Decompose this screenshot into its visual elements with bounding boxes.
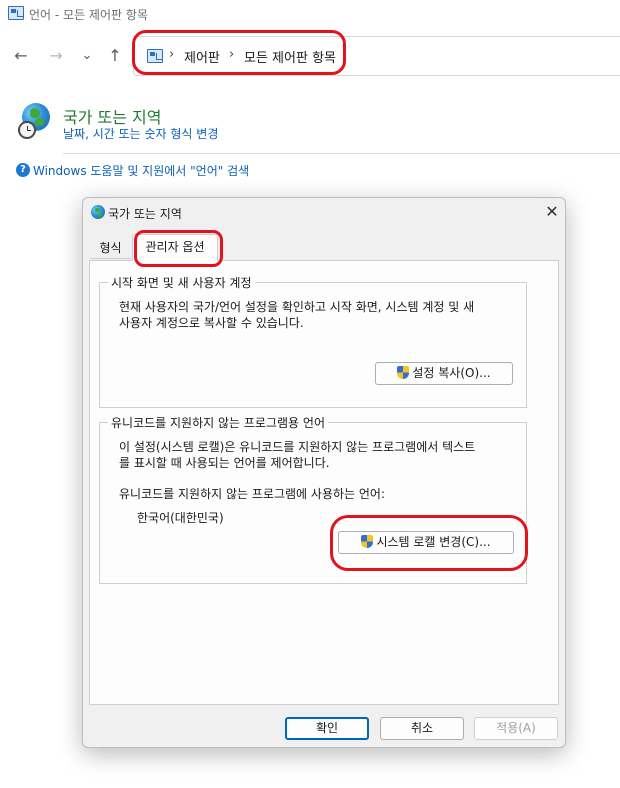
group-description: 현재 사용자의 국가/언어 설정을 확인하고 시작 화면, 시스템 계정 및 새	[119, 300, 475, 314]
close-button[interactable]: ✕	[543, 203, 561, 221]
group-description: 사용자 계정으로 복사할 수 있습니다.	[119, 316, 304, 330]
back-button[interactable]: ←	[10, 45, 32, 67]
window-title: 언어 - 모든 제어판 항목	[29, 8, 148, 22]
tab-panel: 시작 화면 및 새 사용자 계정 현재 사용자의 국가/언어 설정을 확인하고 …	[89, 260, 559, 705]
copy-settings-label: 설정 복사(O)...	[412, 366, 491, 380]
title-bar: 언어 - 모든 제어판 항목	[0, 0, 620, 28]
cancel-button[interactable]: 취소	[380, 717, 464, 740]
welcome-screen-group: 시작 화면 및 새 사용자 계정 현재 사용자의 국가/언어 설정을 확인하고 …	[99, 274, 527, 408]
copy-settings-button[interactable]: 설정 복사(O)...	[375, 362, 513, 385]
clock-icon	[18, 121, 36, 139]
help-icon: ?	[16, 163, 30, 177]
recent-locations-button[interactable]: ⌄	[76, 45, 98, 67]
apply-button[interactable]: 적용(A)	[474, 717, 558, 740]
group-caption: 시작 화면 및 새 사용자 계정	[108, 274, 255, 291]
group-description: 이 설정(시스템 로캘)은 유니코드를 지원하지 않는 프로그램에서 텍스트	[119, 440, 476, 454]
locale-button-highlight	[330, 515, 528, 571]
dialog-title: 국가 또는 지역	[108, 207, 182, 221]
change-format-link[interactable]: 날짜, 시간 또는 숫자 형식 변경	[63, 125, 218, 142]
ok-button[interactable]: 확인	[285, 717, 369, 740]
divider	[63, 153, 620, 154]
globe-icon	[91, 205, 105, 219]
group-caption: 유니코드를 지원하지 않는 프로그램용 언어	[108, 414, 328, 431]
region-icon	[18, 103, 54, 139]
help-search-link[interactable]: Windows 도움말 및 지원에서 "언어" 검색	[33, 162, 249, 179]
current-locale-label: 유니코드를 지원하지 않는 프로그램에 사용하는 언어:	[119, 487, 385, 501]
current-locale-value: 한국어(대한민국)	[137, 511, 224, 525]
control-panel-icon	[8, 6, 24, 20]
up-button[interactable]: ↑	[104, 45, 126, 67]
group-description: 를 표시할 때 사용되는 언어를 제어합니다.	[119, 456, 330, 470]
tab-format[interactable]: 형식	[90, 238, 131, 259]
forward-button[interactable]: →	[45, 45, 67, 67]
uac-shield-icon	[397, 366, 410, 379]
address-highlight	[132, 30, 346, 75]
tab-highlight	[134, 230, 223, 267]
region-dialog: 국가 또는 지역 ✕ 형식 시작 화면 및 새 사용자 계정 현재 사용자의 국…	[82, 197, 566, 748]
